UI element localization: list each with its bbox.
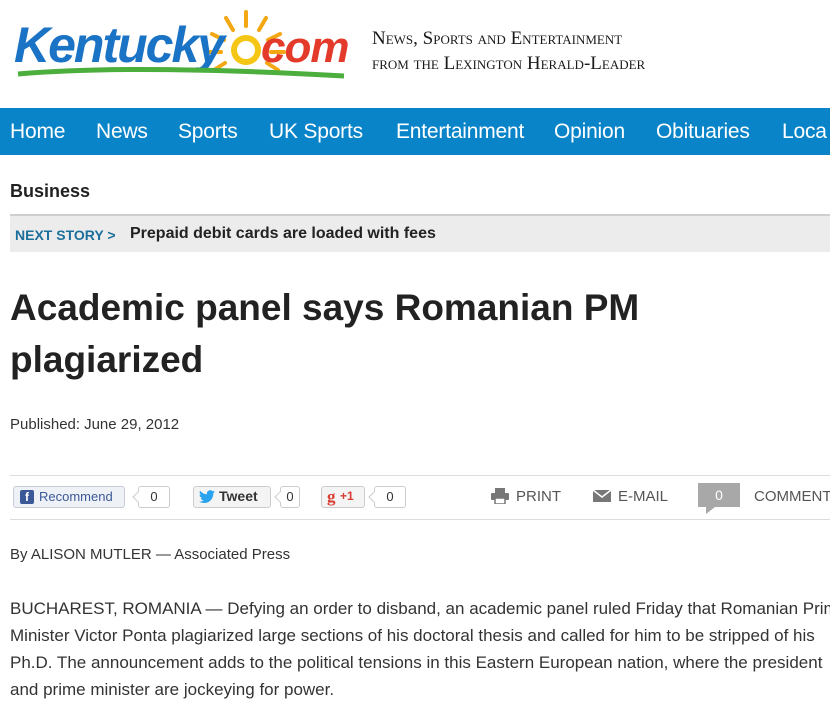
published-label: Published: [10, 416, 81, 433]
published-value: June 29, 2012 [84, 416, 180, 433]
tweet-label: Tweet [219, 488, 258, 504]
printer-icon [490, 488, 510, 505]
section-label[interactable]: Business [10, 181, 90, 202]
nav-item-entertainment[interactable]: Entertainment [396, 120, 524, 144]
gplus-count: 0 [374, 486, 406, 508]
next-story-bar[interactable]: NEXT STORY > Prepaid debit cards are loa… [10, 214, 830, 252]
comments-link[interactable]: COMMENTS [754, 488, 830, 505]
article-paragraph: BUCHAREST, ROMANIA — Defying an order to… [10, 599, 830, 699]
nav-item-obituaries[interactable]: Obituaries [656, 120, 750, 144]
envelope-icon [592, 489, 612, 502]
nav-item-local[interactable]: Loca [782, 120, 827, 144]
gplus-icon: g [327, 487, 336, 506]
svg-text:com: com [261, 23, 348, 72]
facebook-icon: f [20, 490, 34, 504]
share-toolbar: f Recommend 0 Tweet 0 g +1 0 PRINT E-MAI… [10, 475, 830, 520]
nav-item-sports[interactable]: Sports [178, 120, 238, 144]
comment-count-badge[interactable]: 0 [698, 483, 740, 514]
nav-item-news[interactable]: News [96, 120, 148, 144]
facebook-label: Recommend [39, 489, 113, 504]
tagline-line-1: News, Sports and Entertainment [372, 28, 623, 49]
next-story-tag[interactable]: NEXT STORY > [15, 227, 116, 243]
article-body: BUCHAREST, ROMANIA — Defying an order to… [10, 595, 830, 703]
kentucky-logo: Kentucky com [14, 10, 349, 79]
print-button[interactable]: PRINT [490, 488, 561, 505]
nav-item-home[interactable]: Home [10, 120, 65, 144]
nav-item-opinion[interactable]: Opinion [554, 120, 625, 144]
facebook-recommend-button[interactable]: f Recommend [13, 486, 125, 508]
tweet-button[interactable]: Tweet [193, 486, 271, 508]
print-label: PRINT [516, 488, 561, 505]
email-button[interactable]: E-MAIL [592, 488, 669, 505]
next-story-link[interactable]: Prepaid debit cards are loaded with fees [130, 225, 436, 243]
tweet-count: 0 [280, 486, 300, 508]
published-date: Published: June 29, 2012 [10, 416, 183, 433]
nav-item-uk-sports[interactable]: UK Sports [269, 120, 363, 144]
tagline-line-2: from the Lexington Herald-Leader [372, 53, 646, 74]
article-headline: Academic panel says Romanian PM plagiari… [10, 287, 640, 380]
svg-text:Kentucky: Kentucky [14, 17, 227, 73]
site-tagline: News, Sports and Entertainment from the … [372, 26, 812, 76]
facebook-count: 0 [138, 486, 170, 508]
twitter-icon [199, 490, 215, 504]
site-logo[interactable]: Kentucky com [14, 6, 354, 98]
gplus-label: +1 [340, 489, 354, 503]
site-header: Kentucky com News, Sports and Entertainm… [0, 0, 830, 108]
article-byline: By ALISON MUTLER — Associated Press [10, 546, 291, 563]
main-nav: Home News Sports UK Sports Entertainment… [0, 108, 830, 155]
google-plus-button[interactable]: g +1 [321, 486, 365, 508]
email-label: E-MAIL [618, 488, 669, 505]
